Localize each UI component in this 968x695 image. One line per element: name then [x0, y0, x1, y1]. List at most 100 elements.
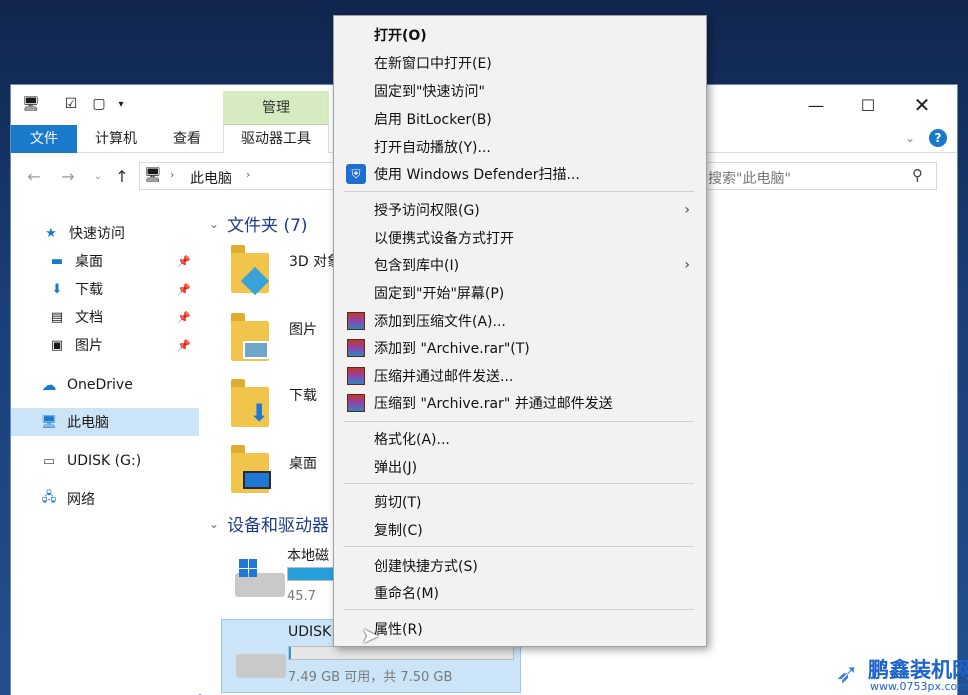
back-arrow-icon[interactable]: ← — [23, 166, 45, 186]
group-header-label: 设备和驱动器 — [227, 516, 330, 536]
menu-item-enable-bitlocker[interactable]: 启用 BitLocker(B) — [336, 105, 704, 132]
tab-view[interactable]: 查看 — [161, 125, 213, 153]
pin-icon[interactable]: 📌 — [177, 339, 191, 352]
menu-item-rename[interactable]: 重命名(M) — [336, 579, 704, 606]
menu-item-create-shortcut[interactable]: 创建快捷方式(S) — [336, 552, 704, 579]
menu-item-include-in-library[interactable]: 包含到库中(I) › — [336, 251, 704, 278]
folder-label[interactable]: 桌面 — [289, 453, 317, 473]
search-placeholder: 搜索"此电脑" — [708, 171, 791, 187]
submenu-arrow-icon: › — [684, 256, 690, 273]
customize-toolbar-icon[interactable]: ▾ — [111, 95, 131, 113]
menu-item-cut[interactable]: 剪切(T) — [336, 488, 704, 515]
new-folder-icon[interactable]: ▢ — [89, 95, 109, 113]
eagle-logo-icon: ➶ — [835, 656, 859, 690]
menu-item-label: 启用 BitLocker(B) — [374, 111, 492, 128]
recent-locations-icon[interactable]: ⌄ — [87, 166, 109, 186]
computer-icon: 🖥 — [40, 414, 58, 430]
menu-separator — [344, 609, 694, 610]
menu-item-open-as-portable[interactable]: 以便携式设备方式打开 — [336, 224, 704, 251]
pin-icon[interactable]: 📌 — [177, 311, 191, 324]
drive-free-space: 45.7 — [287, 589, 316, 604]
usb-drive-icon — [236, 654, 286, 678]
desktop-folder-icon[interactable] — [231, 445, 271, 493]
pin-icon[interactable]: 📌 — [177, 255, 191, 268]
manage-contextual-tab[interactable]: 管理 — [223, 91, 329, 125]
sidebar-item-pictures[interactable]: ▣ 图片 📌 — [11, 331, 199, 359]
forward-arrow-icon[interactable]: → — [57, 166, 79, 186]
maximize-button[interactable]: ☐ — [845, 85, 891, 125]
minimize-button[interactable]: — — [793, 85, 839, 125]
site-watermark: ➶ 鹏鑫装机网 www.0753px.com — [824, 652, 968, 695]
winrar-icon — [346, 338, 366, 358]
menu-item-label: 以便携式设备方式打开 — [374, 230, 514, 247]
sidebar-item-desktop[interactable]: ▬ 桌面 📌 — [11, 247, 199, 275]
usb-drive-icon: ▭ — [42, 453, 56, 469]
menu-item-label: 授予访问权限(G) — [374, 202, 480, 219]
close-button[interactable]: ✕ — [899, 85, 945, 125]
menu-item-defender-scan[interactable]: ⛨ 使用 Windows Defender扫描... — [336, 160, 704, 187]
menu-item-pin-start[interactable]: 固定到"开始"屏幕(P) — [336, 279, 704, 306]
menu-item-add-to-archive-rar[interactable]: 添加到 "Archive.rar"(T) — [336, 334, 704, 361]
sidebar-item-label: 快速访问 — [69, 226, 125, 242]
tab-file[interactable]: 文件 — [11, 125, 77, 153]
sidebar-item-udisk[interactable]: ▭ UDISK (G:) — [11, 447, 199, 475]
sidebar-item-label: 下载 — [75, 282, 103, 298]
up-arrow-icon[interactable]: ↑ — [111, 166, 133, 186]
menu-item-label: 压缩并通过邮件发送... — [374, 368, 514, 385]
3d-objects-folder-icon[interactable] — [231, 245, 270, 296]
star-icon: ★ — [45, 225, 57, 241]
menu-item-open-new-window[interactable]: 在新窗口中打开(E) — [336, 49, 704, 76]
sidebar-item-quick-access[interactable]: ★ 快速访问 — [11, 219, 199, 247]
sidebar-item-label: 桌面 — [75, 254, 103, 270]
menu-item-add-to-archive[interactable]: 添加到压缩文件(A)... — [336, 307, 704, 334]
tab-drive-tools[interactable]: 驱动器工具 — [223, 125, 329, 153]
menu-item-label: 添加到压缩文件(A)... — [374, 313, 506, 330]
pin-icon[interactable]: 📌 — [177, 283, 191, 296]
breadcrumb-this-pc[interactable]: 此电脑 — [190, 168, 232, 188]
menu-item-open[interactable]: 打开(O) — [336, 21, 704, 48]
search-icon[interactable]: ⚲ — [912, 166, 923, 184]
menu-item-pin-quick-access[interactable]: 固定到"快速访问" — [336, 77, 704, 104]
watermark-url: www.0753px.com — [870, 680, 968, 693]
pictures-folder-icon[interactable] — [231, 313, 269, 361]
menu-item-label: 固定到"快速访问" — [374, 83, 485, 100]
computer-icon[interactable]: 🖥 — [21, 95, 41, 113]
folder-label[interactable]: 下载 — [289, 385, 317, 405]
menu-item-label: 打开自动播放(Y)... — [374, 139, 491, 156]
drive-free-space: 7.49 GB 可用，共 7.50 GB — [288, 670, 453, 685]
menu-item-label: 固定到"开始"屏幕(P) — [374, 285, 505, 302]
computer-icon: 🖥 — [144, 167, 162, 183]
menu-item-label: 打开(O) — [374, 27, 427, 44]
properties-icon[interactable]: ☑ — [61, 95, 81, 113]
winrar-icon — [346, 366, 366, 386]
document-icon: ▤ — [50, 309, 64, 325]
menu-item-properties[interactable]: 属性(R) — [336, 615, 704, 642]
sidebar-item-documents[interactable]: ▤ 文档 📌 — [11, 303, 199, 331]
menu-item-copy[interactable]: 复制(C) — [336, 516, 704, 543]
menu-item-eject[interactable]: 弹出(J) — [336, 453, 704, 480]
menu-item-compress-rar-email[interactable]: 压缩到 "Archive.rar" 并通过邮件发送 — [336, 389, 704, 416]
winrar-icon — [346, 393, 366, 413]
menu-item-format[interactable]: 格式化(A)... — [336, 425, 704, 452]
folder-label[interactable]: 图片 — [289, 319, 317, 339]
downloads-folder-icon[interactable]: ⬇ — [231, 379, 269, 427]
folders-group-header[interactable]: ⌄ 文件夹 (7) — [209, 211, 308, 236]
menu-item-compress-email[interactable]: 压缩并通过邮件发送... — [336, 362, 704, 389]
winrar-icon — [346, 311, 366, 331]
sidebar-item-network[interactable]: 🖧 网络 — [11, 485, 199, 513]
menu-item-label: 弹出(J) — [374, 459, 418, 476]
sidebar-item-downloads[interactable]: ⬇ 下载 📌 — [11, 275, 199, 303]
help-icon[interactable]: ? — [929, 129, 947, 147]
sidebar-item-label: OneDrive — [67, 377, 133, 393]
sidebar-item-this-pc[interactable]: 🖥 此电脑 — [11, 408, 199, 436]
chevron-down-icon[interactable]: ⌄ — [209, 517, 219, 531]
chevron-down-icon[interactable]: ⌄ — [209, 217, 219, 231]
menu-item-autoplay[interactable]: 打开自动播放(Y)... — [336, 133, 704, 160]
expand-ribbon-icon[interactable]: ⌄ — [905, 131, 915, 145]
search-box[interactable]: 搜索"此电脑" ⚲ — [701, 162, 937, 190]
tab-computer[interactable]: 计算机 — [83, 125, 149, 153]
devices-group-header[interactable]: ⌄ 设备和驱动器 — [209, 511, 329, 536]
breadcrumb-chevron-icon[interactable]: › — [246, 168, 250, 181]
sidebar-item-onedrive[interactable]: ☁ OneDrive — [11, 371, 199, 399]
menu-item-give-access[interactable]: 授予访问权限(G) › — [336, 196, 704, 223]
